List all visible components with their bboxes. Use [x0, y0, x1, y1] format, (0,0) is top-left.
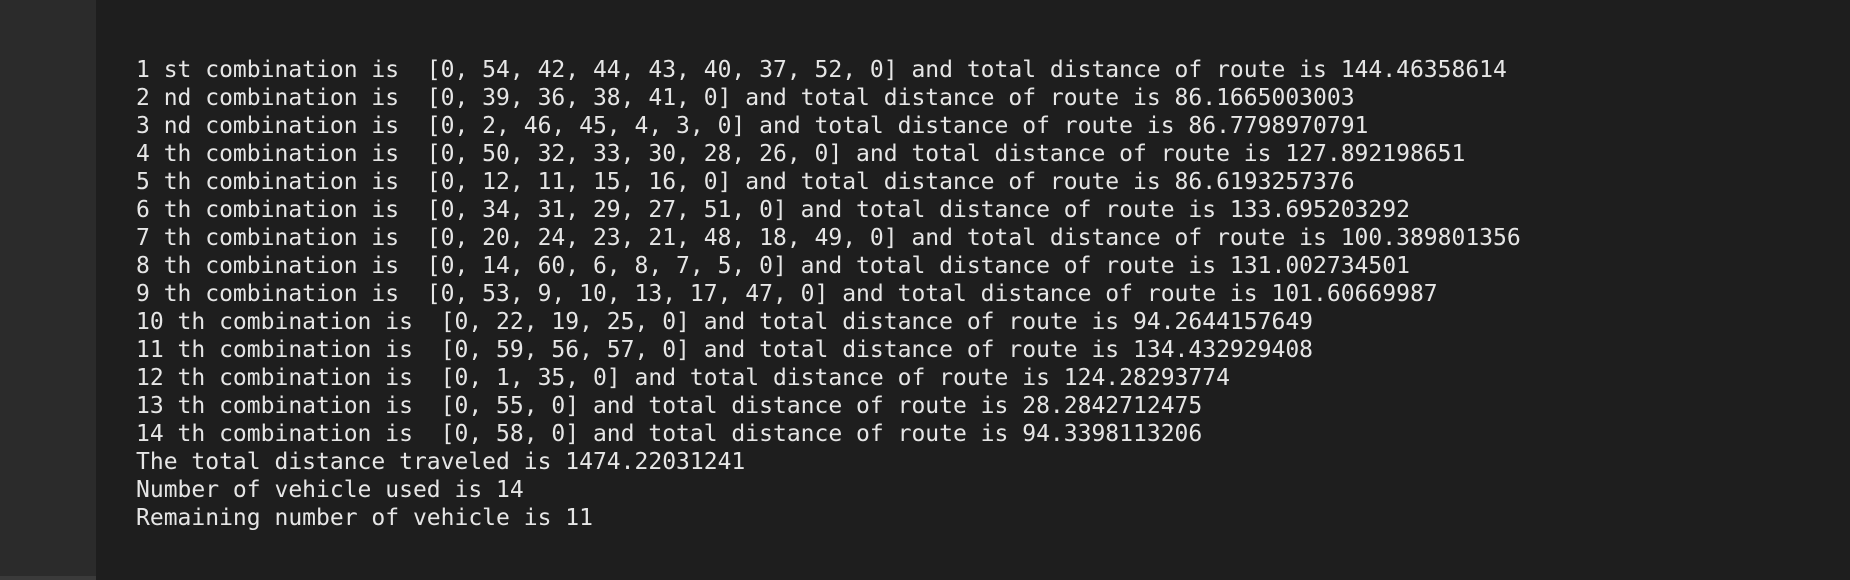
output-line-route-12: 12 th combination is [0, 1, 35, 0] and t…: [136, 365, 1230, 391]
output-line-total-distance: The total distance traveled is 1474.2203…: [136, 449, 746, 475]
output-line-route-6: 6 th combination is [0, 34, 31, 29, 27, …: [136, 197, 1410, 223]
output-line-route-13: 13 th combination is [0, 55, 0] and tota…: [136, 393, 1203, 419]
horizontal-scrollbar[interactable]: [0, 576, 96, 580]
output-line-route-2: 2 nd combination is [0, 39, 36, 38, 41, …: [136, 85, 1355, 111]
output-line-route-5: 5 th combination is [0, 12, 11, 15, 16, …: [136, 169, 1355, 195]
output-line-route-10: 10 th combination is [0, 22, 19, 25, 0] …: [136, 309, 1314, 335]
output-line-route-14: 14 th combination is [0, 58, 0] and tota…: [136, 421, 1203, 447]
output-line-route-3: 3 nd combination is [0, 2, 46, 45, 4, 3,…: [136, 113, 1369, 139]
output-line-route-9: 9 th combination is [0, 53, 9, 10, 13, 1…: [136, 281, 1438, 307]
output-line-route-4: 4 th combination is [0, 50, 32, 33, 30, …: [136, 141, 1466, 167]
output-line-route-8: 8 th combination is [0, 14, 60, 6, 8, 7,…: [136, 253, 1410, 279]
output-line-route-7: 7 th combination is [0, 20, 24, 23, 21, …: [136, 225, 1521, 251]
output-window: 1 st combination is [0, 54, 42, 44, 43, …: [0, 0, 1850, 580]
output-line-vehicles-remaining: Remaining number of vehicle is 11: [136, 505, 593, 531]
left-gutter: [0, 0, 96, 580]
output-line-vehicles-used: Number of vehicle used is 14: [136, 477, 524, 503]
output-line-route-11: 11 th combination is [0, 59, 56, 57, 0] …: [136, 337, 1314, 363]
console-output: 1 st combination is [0, 54, 42, 44, 43, …: [96, 0, 1850, 580]
output-line-route-1: 1 st combination is [0, 54, 42, 44, 43, …: [136, 57, 1507, 83]
